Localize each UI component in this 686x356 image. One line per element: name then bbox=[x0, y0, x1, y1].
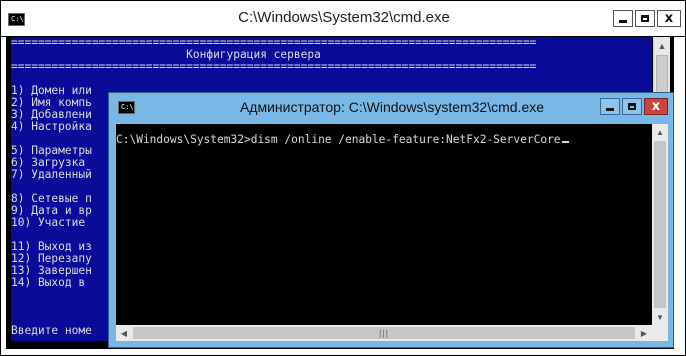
scroll-left-arrow-icon[interactable]: ◀ bbox=[116, 325, 132, 341]
scroll-up-arrow-icon[interactable]: ▲ bbox=[654, 37, 670, 54]
window-frame bbox=[674, 37, 686, 356]
text-cursor bbox=[561, 141, 569, 143]
front-vertical-scrollbar[interactable]: ▲ ▼ bbox=[652, 124, 668, 325]
front-minimize-button[interactable] bbox=[600, 98, 620, 115]
scroll-down-arrow-icon[interactable]: ▼ bbox=[652, 309, 668, 325]
grip-icon: ||| bbox=[378, 328, 389, 338]
front-window-title: Администратор: C:\Windows\system32\cmd.e… bbox=[239, 99, 545, 115]
console-line: 10) Участие bbox=[11, 216, 86, 229]
back-close-button[interactable]: x bbox=[657, 10, 681, 27]
front-close-button[interactable]: x bbox=[644, 98, 668, 115]
console-line: 14) Выход в bbox=[11, 276, 86, 289]
console-line: Введите номе bbox=[11, 324, 92, 337]
back-minimize-button[interactable] bbox=[613, 10, 633, 27]
console-line: 7) Удаленный bbox=[11, 168, 92, 181]
scrollbar-corner bbox=[652, 325, 668, 341]
scroll-thumb[interactable] bbox=[654, 141, 666, 308]
scroll-thumb[interactable] bbox=[656, 55, 668, 95]
dism-console-output[interactable]: C:\Windows\System32>dism /online /enable… bbox=[116, 124, 652, 325]
console-line: ========================================… bbox=[11, 60, 537, 73]
back-window-title: C:\Windows\System32\cmd.exe bbox=[238, 9, 450, 26]
front-maximize-button[interactable] bbox=[622, 98, 642, 115]
window-frame bbox=[0, 37, 6, 356]
command-line: C:\Windows\System32>dism /online /enable… bbox=[116, 133, 561, 146]
console-line: 4) Настройка bbox=[11, 120, 92, 133]
scroll-up-arrow-icon[interactable]: ▲ bbox=[652, 124, 668, 140]
back-window-titlebar[interactable]: C:\ C:\Windows\System32\cmd.exe x bbox=[0, 0, 686, 37]
window-frame bbox=[0, 349, 686, 356]
scroll-right-arrow-icon[interactable]: ▶ bbox=[636, 325, 652, 341]
back-maximize-button[interactable] bbox=[635, 10, 655, 27]
close-icon: x bbox=[651, 99, 661, 114]
scroll-thumb[interactable]: ||| bbox=[133, 327, 635, 339]
close-icon: x bbox=[664, 11, 674, 26]
front-console-window[interactable]: C:\ Администратор: C:\Windows\system32\c… bbox=[108, 92, 674, 348]
front-horizontal-scrollbar[interactable]: ◀ ||| ▶ bbox=[116, 325, 652, 341]
